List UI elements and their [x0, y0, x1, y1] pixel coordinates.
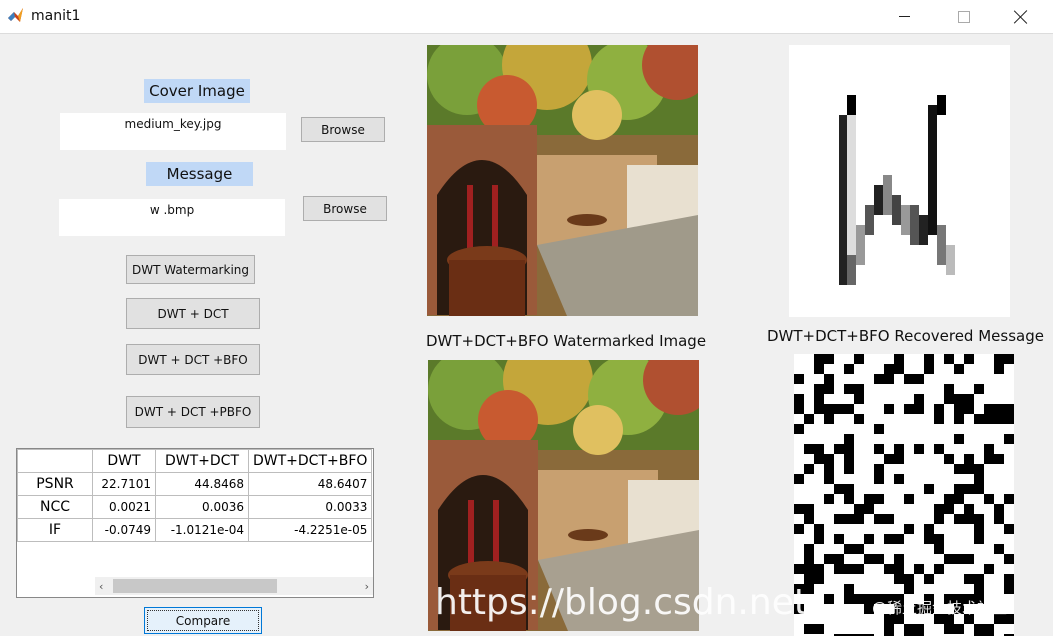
scroll-thumb[interactable]: [113, 579, 277, 593]
table-corner: [17, 449, 93, 473]
message-file-field[interactable]: w .bmp: [59, 199, 285, 236]
message-image-panel: [789, 45, 1010, 317]
cover-file-field[interactable]: medium_key.jpg: [60, 113, 286, 150]
table-cell: 22.7101: [92, 472, 156, 496]
row-header: PSNR: [17, 472, 93, 496]
message-image: [839, 95, 955, 285]
recovered-message-panel: [794, 354, 1014, 636]
recovered-message-caption: DWT+DCT+BFO Recovered Message: [767, 327, 1044, 345]
column-header: DWT+DCT+BFO: [247, 449, 373, 473]
dwt-watermarking-button[interactable]: DWT Watermarking: [126, 255, 255, 284]
row-header: NCC: [17, 495, 93, 519]
dwt-dct-button[interactable]: DWT + DCT: [126, 298, 260, 329]
message-label: Message: [146, 162, 253, 186]
cover-browse-button[interactable]: Browse: [301, 117, 385, 142]
site-watermark: @稀土掘金技术社区: [872, 599, 1008, 617]
table-header-row: DWT DWT+DCT DWT+DCT+BFO: [17, 449, 373, 473]
compare-button[interactable]: Compare: [144, 607, 262, 634]
column-header: DWT: [92, 449, 156, 473]
table-cell: 48.6407: [247, 472, 373, 496]
horizontal-scrollbar[interactable]: ‹ ›: [95, 577, 373, 595]
table-row: NCC 0.0021 0.0036 0.0033: [17, 495, 373, 519]
window-title: manit1: [31, 8, 81, 24]
dwt-dct-pbfo-button[interactable]: DWT + DCT +PBFO: [126, 396, 260, 428]
watermarked-image-caption: DWT+DCT+BFO Watermarked Image: [426, 332, 707, 350]
url-watermark: https://blog.csdn.net/: [435, 582, 821, 623]
table-cell: -1.0121e-04: [155, 518, 249, 542]
matlab-icon: [8, 8, 23, 22]
close-button[interactable]: [998, 0, 1044, 33]
table-cell: 0.0036: [155, 495, 249, 519]
table-row: PSNR 22.7101 44.8468 48.6407: [17, 472, 373, 496]
table-cell: 44.8468: [155, 472, 249, 496]
minimize-button[interactable]: [881, 0, 927, 33]
column-header: DWT+DCT: [155, 449, 249, 473]
title-bar: manit1: [0, 0, 1053, 34]
scroll-right-icon[interactable]: ›: [365, 580, 369, 593]
row-header: IF: [17, 518, 93, 542]
message-browse-button[interactable]: Browse: [303, 196, 387, 221]
close-icon: [1014, 10, 1028, 24]
scroll-left-icon[interactable]: ‹: [99, 580, 103, 593]
minimize-icon: [898, 16, 910, 17]
results-table[interactable]: DWT DWT+DCT DWT+DCT+BFO PSNR 22.7101 44.…: [16, 448, 374, 598]
cover-image: [427, 45, 698, 316]
table-cell: 0.0033: [247, 495, 373, 519]
maximize-button[interactable]: [941, 0, 987, 33]
maximize-icon: [958, 10, 970, 23]
table-cell: -0.0749: [92, 518, 156, 542]
table-row: IF -0.0749 -1.0121e-04 -4.2251e-05: [17, 518, 373, 542]
cover-image-label: Cover Image: [144, 79, 250, 103]
dwt-dct-bfo-button[interactable]: DWT + DCT +BFO: [126, 344, 260, 375]
cover-image-panel: [427, 45, 698, 316]
table-cell: 0.0021: [92, 495, 156, 519]
recovered-message-image: [794, 354, 1014, 636]
table-cell: -4.2251e-05: [247, 518, 373, 542]
